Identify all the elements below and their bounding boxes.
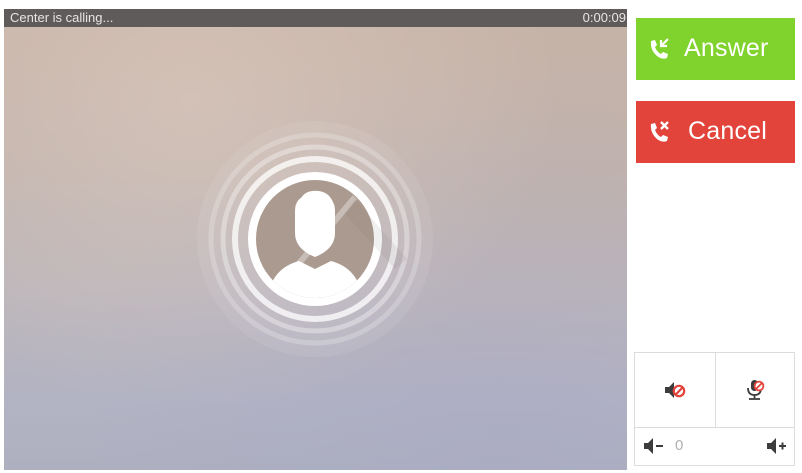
microphone-mute-button[interactable] — [715, 353, 794, 427]
call-controls: 0 — [634, 352, 795, 466]
microphone-mute-icon — [746, 380, 764, 400]
answer-label: Answer — [684, 34, 769, 62]
volume-down-icon[interactable] — [643, 437, 665, 455]
call-status-text: Center is calling... — [10, 10, 114, 25]
speaker-mute-button[interactable] — [635, 353, 716, 427]
caller-avatar — [195, 119, 435, 359]
volume-up-icon[interactable] — [766, 437, 788, 455]
volume-row: 0 — [635, 428, 794, 465]
phone-hangup-icon — [650, 121, 669, 142]
mute-controls-row — [635, 353, 794, 428]
video-area: Center is calling... 0:00:09 — [4, 9, 627, 470]
user-avatar-icon — [197, 121, 433, 357]
volume-level: 0 — [675, 437, 684, 454]
answer-button[interactable]: Answer — [636, 18, 795, 80]
call-timer: 0:00:09 — [582, 10, 626, 25]
speaker-mute-icon — [665, 382, 686, 398]
phone-incoming-icon — [650, 38, 669, 59]
call-screen: Center is calling... 0:00:09 Answer Canc… — [0, 0, 802, 473]
status-bar: Center is calling... 0:00:09 — [4, 9, 627, 27]
cancel-button[interactable]: Cancel — [636, 101, 795, 163]
cancel-label: Cancel — [688, 117, 768, 145]
